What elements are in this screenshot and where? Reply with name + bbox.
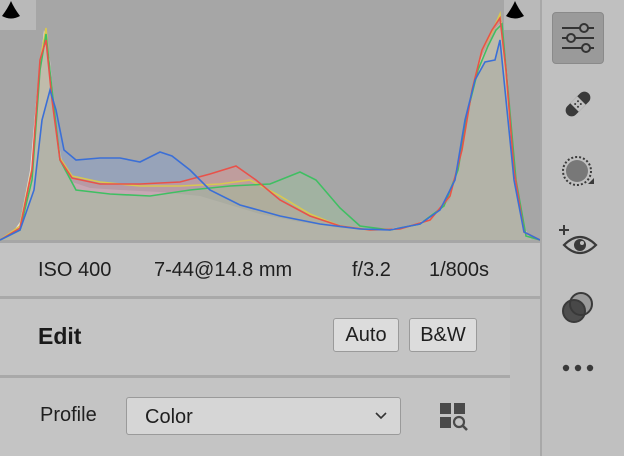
chevron-down-icon — [375, 412, 387, 420]
profile-row: Profile Color — [0, 378, 510, 456]
sliders-icon — [562, 23, 594, 53]
highlight-clipping-triangle-icon — [506, 1, 524, 19]
more-tools-button[interactable] — [552, 342, 604, 394]
shadow-clipping-triangle-icon — [2, 1, 20, 19]
highlight-clipping-toggle[interactable] — [504, 0, 540, 30]
red-eye-icon — [559, 225, 598, 255]
exif-focal-length: 7-44@14.8 mm — [154, 259, 293, 281]
auto-button[interactable]: Auto — [333, 318, 399, 352]
red-eye-tool-button[interactable] — [552, 214, 604, 266]
exif-shutter: 1/800s — [429, 259, 490, 281]
histogram-green-fill — [0, 24, 540, 240]
edit-header: Edit Auto B&W — [0, 299, 510, 375]
masking-icon — [562, 156, 594, 186]
profile-label: Profile — [40, 404, 97, 426]
edit-tool-button[interactable] — [552, 12, 604, 64]
histogram-graph — [0, 10, 540, 241]
edit-panel: ISO 400 7-44@14.8 mm f/3.2 1/800s Edit A… — [0, 0, 540, 456]
profile-browser-grid-icon[interactable] — [438, 401, 470, 433]
right-toolbar — [542, 0, 624, 456]
exif-aperture: f/3.2 — [352, 259, 391, 281]
healing-tool-button[interactable] — [552, 78, 604, 130]
masking-tool-button[interactable] — [552, 146, 604, 198]
black-and-white-button[interactable]: B&W — [409, 318, 477, 352]
bandage-icon — [565, 91, 591, 117]
exif-info-bar: ISO 400 7-44@14.8 mm f/3.2 1/800s — [0, 243, 540, 296]
panel-scroll-area — [510, 299, 540, 456]
profile-select[interactable]: Color — [126, 397, 401, 435]
more-icon — [562, 364, 594, 372]
exif-iso: ISO 400 — [38, 259, 112, 281]
histogram[interactable] — [0, 0, 540, 243]
presets-tool-button[interactable] — [552, 282, 604, 334]
profile-select-value: Color — [145, 406, 193, 428]
edit-title: Edit — [38, 323, 82, 349]
shadow-clipping-toggle[interactable] — [0, 0, 36, 30]
presets-icon — [562, 292, 593, 323]
